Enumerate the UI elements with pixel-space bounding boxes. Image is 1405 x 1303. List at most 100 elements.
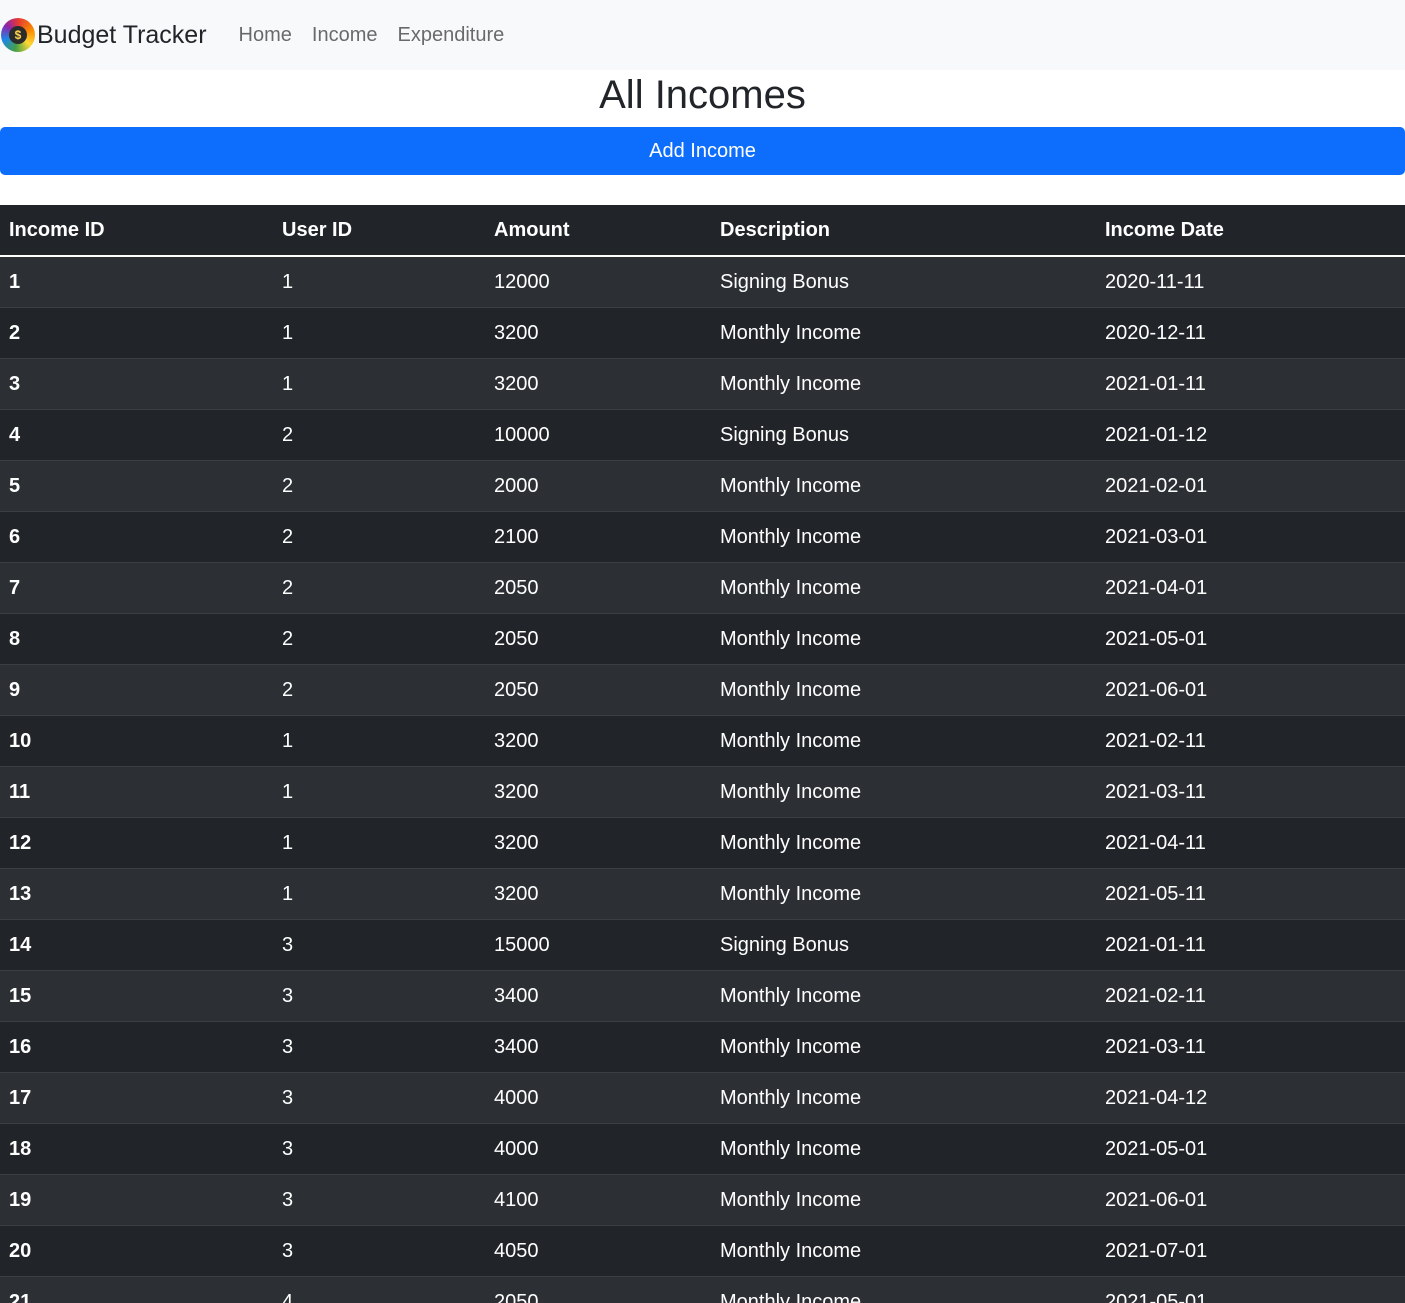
table-cell: Monthly Income [711,613,1096,665]
incomes-table: Income ID User ID Amount Description Income … [0,205,1405,1303]
table-cell: 1 [273,255,485,308]
table-cell: 3 [273,1174,485,1226]
table-row: 12 1 3200 Monthly Income 2021-04-11 [0,817,1405,869]
table-row: 2 1 3200 Monthly Income 2020-12-11 [0,307,1405,359]
table-cell: 1 [273,715,485,767]
table-cell: 3200 [485,817,711,869]
table-cell: 3 [273,1123,485,1175]
table-cell: 4000 [485,1123,711,1175]
table-header: Income ID User ID Amount Description Income … [0,205,1405,257]
income-id-cell: 18 [0,1123,273,1175]
table-cell: 2 [273,409,485,461]
table-cell: 2 [273,460,485,512]
table-row: 19 3 4100 Monthly Income 2021-06-01 [0,1174,1405,1226]
table-cell: 3200 [485,868,711,920]
income-id-cell: 2 [0,307,273,359]
income-id-cell: 15 [0,970,273,1022]
table-row: 1 1 12000 Signing Bonus 2020-11-11 [0,255,1405,308]
table-cell: 12000 [485,255,711,308]
table-row: 7 2 2050 Monthly Income 2021-04-01 [0,562,1405,614]
table-cell: 2 [273,613,485,665]
table-cell: Monthly Income [711,562,1096,614]
table-cell: 3200 [485,307,711,359]
income-id-cell: 9 [0,664,273,716]
income-id-cell: 12 [0,817,273,869]
table-cell: 2020-12-11 [1096,307,1405,359]
brand-name: Budget Tracker [37,20,207,49]
income-id-cell: 1 [0,255,273,308]
table-row: 3 1 3200 Monthly Income 2021-01-11 [0,358,1405,410]
table-cell: 3 [273,1072,485,1124]
column-header: User ID [273,205,485,257]
table-row: 16 3 3400 Monthly Income 2021-03-11 [0,1021,1405,1073]
table-cell: 1 [273,307,485,359]
table-cell: 2021-03-11 [1096,1021,1405,1073]
page-title: All Incomes [599,73,806,117]
table-cell: 3 [273,970,485,1022]
add-income-button[interactable]: Add Income [0,127,1405,175]
income-id-cell: 8 [0,613,273,665]
table-cell: 2021-04-11 [1096,817,1405,869]
table-cell: Monthly Income [711,1225,1096,1277]
brand-link[interactable]: $ Budget Tracker [1,18,207,52]
income-id-cell: 11 [0,766,273,818]
table-cell: 2 [273,511,485,563]
top-navbar: $ Budget Tracker Home Income Expenditure [0,0,1405,70]
table-cell: 2100 [485,511,711,563]
table-cell: Monthly Income [711,715,1096,767]
table-cell: 2021-01-11 [1096,919,1405,971]
table-row: 5 2 2000 Monthly Income 2021-02-01 [0,460,1405,512]
table-cell: Signing Bonus [711,919,1096,971]
income-id-cell: 19 [0,1174,273,1226]
table-cell: 1 [273,358,485,410]
table-row: 9 2 2050 Monthly Income 2021-06-01 [0,664,1405,716]
income-id-cell: 3 [0,358,273,410]
table-cell: Monthly Income [711,511,1096,563]
table-row: 18 3 4000 Monthly Income 2021-05-01 [0,1123,1405,1175]
budget-logo-icon: $ [1,18,35,52]
table-row: 14 3 15000 Signing Bonus 2021-01-11 [0,919,1405,971]
table-cell: 3400 [485,1021,711,1073]
table-cell: 2020-11-11 [1096,255,1405,308]
income-id-cell: 4 [0,409,273,461]
income-id-cell: 10 [0,715,273,767]
table-cell: 2021-02-11 [1096,715,1405,767]
column-header: Income ID [0,205,273,257]
table-cell: 4 [273,1276,485,1303]
table-cell: 2021-05-01 [1096,1276,1405,1303]
table-cell: 1 [273,766,485,818]
income-id-cell: 20 [0,1225,273,1277]
table-row: 20 3 4050 Monthly Income 2021-07-01 [0,1225,1405,1277]
table-cell: 2050 [485,664,711,716]
table-row: 8 2 2050 Monthly Income 2021-05-01 [0,613,1405,665]
table-cell: 15000 [485,919,711,971]
table-cell: 2050 [485,613,711,665]
table-row: 13 1 3200 Monthly Income 2021-05-11 [0,868,1405,920]
table-cell: Monthly Income [711,970,1096,1022]
table-cell: 4050 [485,1225,711,1277]
income-id-cell: 7 [0,562,273,614]
income-id-cell: 13 [0,868,273,920]
nav-link-income[interactable]: Income [312,24,378,47]
table-cell: Monthly Income [711,1123,1096,1175]
income-id-cell: 16 [0,1021,273,1073]
table-cell: 3200 [485,715,711,767]
table-row: 6 2 2100 Monthly Income 2021-03-01 [0,511,1405,563]
table-cell: Monthly Income [711,307,1096,359]
table-cell: 2021-06-01 [1096,664,1405,716]
dollar-coin-icon: $ [9,26,27,44]
nav-link-home[interactable]: Home [239,24,292,47]
table-cell: 2021-02-01 [1096,460,1405,512]
table-cell: Monthly Income [711,1072,1096,1124]
table-row: 11 1 3200 Monthly Income 2021-03-11 [0,766,1405,818]
table-cell: 2 [273,562,485,614]
table-cell: 4100 [485,1174,711,1226]
table-cell: 1 [273,817,485,869]
income-id-cell: 21 [0,1276,273,1303]
table-cell: Monthly Income [711,868,1096,920]
table-cell: 1 [273,868,485,920]
nav-link-expenditure[interactable]: Expenditure [397,24,504,47]
table-row: 21 4 2050 Monthly Income 2021-05-01 [0,1276,1405,1303]
table-row: 10 1 3200 Monthly Income 2021-02-11 [0,715,1405,767]
